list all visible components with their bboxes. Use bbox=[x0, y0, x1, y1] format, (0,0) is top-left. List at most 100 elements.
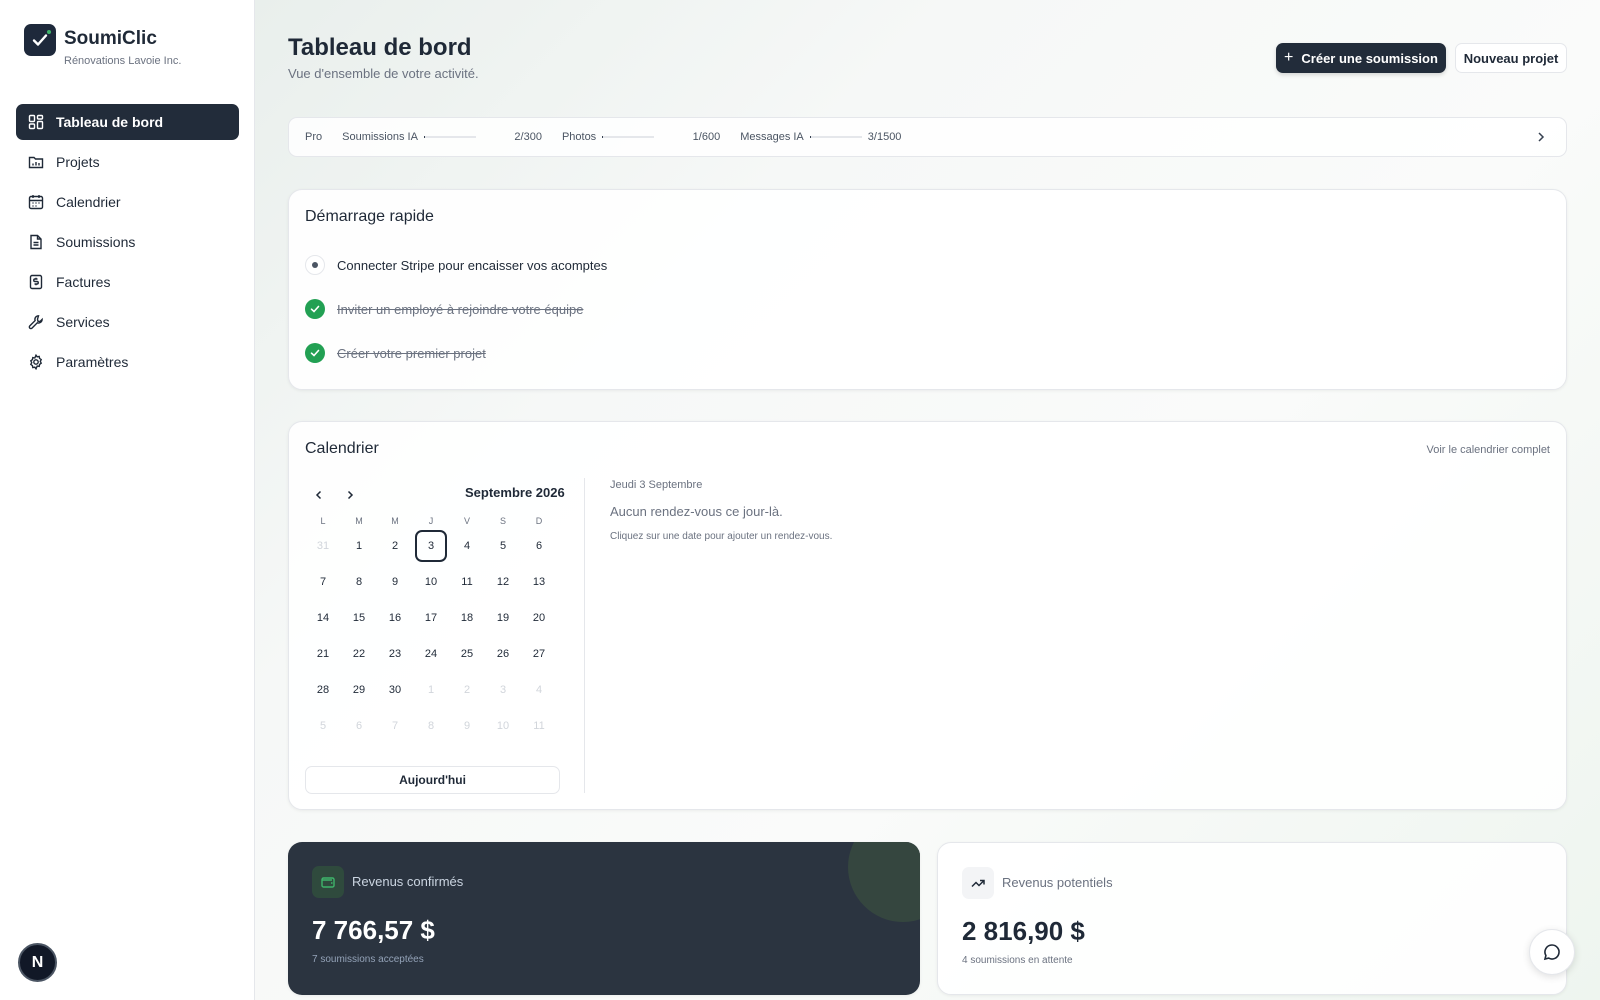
calendar-day[interactable]: 20 bbox=[523, 602, 555, 634]
plus-icon: + bbox=[1284, 49, 1294, 66]
calendar-day[interactable]: 12 bbox=[487, 566, 519, 598]
calendar-day[interactable]: 11 bbox=[451, 566, 483, 598]
document-icon bbox=[30, 234, 42, 250]
confirmed-revenue-card: Revenus confirmés 7 766,57 $ 7 soumissio… bbox=[288, 842, 920, 995]
calendar-day[interactable]: 22 bbox=[343, 638, 375, 670]
quick-start-item[interactable]: Inviter un employé à rejoindre votre équ… bbox=[305, 299, 583, 319]
potential-revenue-amount: 2 816,90 $ bbox=[962, 916, 1085, 946]
potential-revenue-sub: 4 soumissions en attente bbox=[962, 955, 1073, 966]
sidebar-item-label: Services bbox=[56, 314, 110, 330]
page-subtitle: Vue d'ensemble de votre activité. bbox=[288, 66, 479, 81]
sidebar-item-calendar[interactable]: Calendrier bbox=[16, 184, 239, 220]
wallet-icon bbox=[312, 866, 344, 898]
gear-icon bbox=[29, 354, 43, 370]
usage-metric-value: 1/600 bbox=[692, 131, 721, 143]
calendar-day[interactable]: 8 bbox=[343, 566, 375, 598]
calendar-day[interactable]: 10 bbox=[487, 710, 519, 742]
invoice-icon bbox=[29, 274, 43, 290]
calendar-day[interactable]: 29 bbox=[343, 674, 375, 706]
sidebar-item-services[interactable]: Services bbox=[16, 304, 239, 340]
plan-badge: Pro bbox=[305, 131, 323, 143]
calendar-day[interactable]: 6 bbox=[343, 710, 375, 742]
calendar-day[interactable]: 2 bbox=[379, 530, 411, 562]
weekday-label: M bbox=[391, 516, 399, 526]
sidebar-item-projects[interactable]: Projets bbox=[16, 144, 239, 180]
calendar-day[interactable]: 10 bbox=[415, 566, 447, 598]
calendar-day[interactable]: 7 bbox=[379, 710, 411, 742]
quick-start-item-label: Inviter un employé à rejoindre votre équ… bbox=[337, 301, 584, 317]
usage-metric-label: Messages IA bbox=[740, 131, 804, 143]
calendar-day[interactable]: 13 bbox=[523, 566, 555, 598]
calendar-day[interactable]: 15 bbox=[343, 602, 375, 634]
calendar-day[interactable]: 17 bbox=[415, 602, 447, 634]
calendar-day[interactable]: 11 bbox=[523, 710, 555, 742]
next-month-button[interactable] bbox=[340, 485, 360, 505]
prev-month-button[interactable] bbox=[309, 485, 329, 505]
calendar-day[interactable]: 28 bbox=[307, 674, 339, 706]
usage-metric-photos: Photos 1/600 bbox=[562, 131, 740, 143]
calendar-day[interactable]: 2 bbox=[451, 674, 483, 706]
sidebar-item-label: Soumissions bbox=[56, 234, 136, 250]
check-logo-icon bbox=[24, 24, 56, 56]
chevron-right-icon[interactable] bbox=[1534, 130, 1548, 144]
user-avatar[interactable]: N bbox=[18, 943, 57, 982]
weekday-label: L bbox=[320, 516, 326, 526]
calendar-day[interactable]: 30 bbox=[379, 674, 411, 706]
calendar-day[interactable]: 8 bbox=[415, 710, 447, 742]
sidebar-item-quotes[interactable]: Soumissions bbox=[16, 224, 239, 260]
chat-button[interactable] bbox=[1529, 929, 1575, 975]
calendar-day[interactable]: 19 bbox=[487, 602, 519, 634]
calendar-day[interactable]: 4 bbox=[451, 530, 483, 562]
usage-metric-value: 3/1500 bbox=[867, 131, 902, 143]
brand[interactable]: SoumiClic Rénovations Lavoie Inc. bbox=[24, 24, 181, 67]
calendar-day[interactable]: 5 bbox=[307, 710, 339, 742]
company-name: Rénovations Lavoie Inc. bbox=[64, 55, 182, 67]
empty-appointments-message: Aucun rendez-vous ce jour-là. bbox=[610, 504, 783, 519]
potential-revenue-card: Revenus potentiels 2 816,90 $ 4 soumissi… bbox=[937, 842, 1567, 995]
calendar-day[interactable]: 7 bbox=[307, 566, 339, 598]
page-title: Tableau de bord bbox=[288, 34, 472, 61]
confirmed-revenue-sub: 7 soumissions acceptées bbox=[312, 954, 424, 965]
calendar-day[interactable]: 24 bbox=[415, 638, 447, 670]
check-circle-icon bbox=[305, 299, 325, 319]
quick-start-item[interactable]: Créer votre premier projet bbox=[305, 343, 486, 363]
sidebar-item-label: Calendrier bbox=[56, 194, 121, 210]
calendar-day[interactable]: 3 bbox=[415, 530, 447, 562]
calendar-day[interactable]: 3 bbox=[487, 674, 519, 706]
sidebar-item-dashboard[interactable]: Tableau de bord bbox=[16, 104, 239, 140]
calendar-day[interactable]: 9 bbox=[451, 710, 483, 742]
weekday-label: J bbox=[428, 516, 434, 526]
potential-revenue-label: Revenus potentiels bbox=[1002, 875, 1113, 890]
calendar-day[interactable]: 5 bbox=[487, 530, 519, 562]
quick-start-item[interactable]: Connecter Stripe pour encaisser vos acom… bbox=[305, 255, 607, 275]
sidebar-item-label: Projets bbox=[56, 154, 100, 170]
calendar-day[interactable]: 1 bbox=[343, 530, 375, 562]
calendar-day[interactable]: 21 bbox=[307, 638, 339, 670]
sidebar-item-invoices[interactable]: Factures bbox=[16, 264, 239, 300]
calendar-day[interactable]: 18 bbox=[451, 602, 483, 634]
brand-name: SoumiClic bbox=[64, 28, 157, 49]
calendar-day[interactable]: 6 bbox=[523, 530, 555, 562]
usage-metric-quotes: Soumissions IA 2/300 bbox=[342, 131, 562, 143]
calendar-day[interactable]: 9 bbox=[379, 566, 411, 598]
usage-bar[interactable]: Pro Soumissions IA 2/300 Photos 1/600 Me… bbox=[288, 117, 1567, 157]
calendar-day[interactable]: 23 bbox=[379, 638, 411, 670]
full-calendar-link[interactable]: Voir le calendrier complet bbox=[1426, 444, 1550, 456]
calendar-day[interactable]: 1 bbox=[415, 674, 447, 706]
calendar-day[interactable]: 25 bbox=[451, 638, 483, 670]
calendar-day[interactable]: 26 bbox=[487, 638, 519, 670]
new-project-button[interactable]: Nouveau projet bbox=[1455, 43, 1567, 73]
calendar-day[interactable]: 31 bbox=[307, 530, 339, 562]
sidebar-item-settings[interactable]: Paramètres bbox=[16, 344, 239, 380]
usage-progress bbox=[423, 136, 476, 138]
calendar-day[interactable]: 14 bbox=[307, 602, 339, 634]
weekday-label: D bbox=[535, 516, 543, 526]
calendar-day[interactable]: 27 bbox=[523, 638, 555, 670]
selected-date-label: Jeudi 3 Septembre bbox=[610, 479, 703, 491]
weekday-label: V bbox=[463, 516, 470, 526]
calendar-day[interactable]: 4 bbox=[523, 674, 555, 706]
today-button[interactable]: Aujourd'hui bbox=[305, 766, 560, 794]
chevron-left-icon bbox=[315, 490, 322, 500]
create-quote-button[interactable]: + Créer une soumission bbox=[1276, 43, 1446, 73]
calendar-day[interactable]: 16 bbox=[379, 602, 411, 634]
